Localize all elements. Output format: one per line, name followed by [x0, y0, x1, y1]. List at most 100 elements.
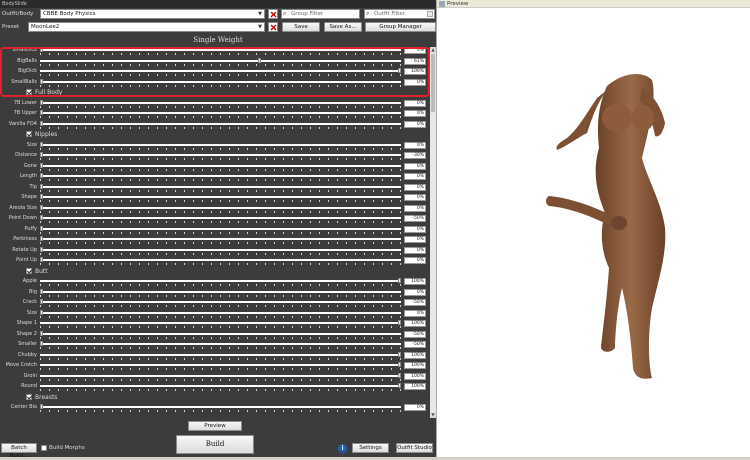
- scroll-thumb[interactable]: [431, 54, 435, 112]
- slider-track[interactable]: [40, 154, 401, 156]
- slider-value-field[interactable]: 0%: [404, 194, 426, 201]
- slider-value-field[interactable]: 0%: [404, 309, 426, 317]
- slider-thumb[interactable]: [40, 110, 43, 115]
- slider-value-field[interactable]: 0%: [404, 225, 426, 233]
- slider-value-field[interactable]: 0%: [404, 99, 426, 107]
- slider-value-field[interactable]: 100%: [404, 351, 426, 359]
- slider-track[interactable]: [40, 101, 401, 104]
- category-checkbox[interactable]: [26, 131, 32, 137]
- slider-track[interactable]: [40, 206, 401, 209]
- batch-build-button[interactable]: Batch Build...: [1, 443, 37, 459]
- outfit-filter-input[interactable]: ⌕ Outfit Filter: [364, 9, 435, 19]
- slider-value-field[interactable]: 100%: [404, 362, 426, 369]
- slider-track[interactable]: [40, 122, 401, 125]
- slider-thumb[interactable]: [40, 120, 43, 126]
- slider-track[interactable]: [40, 259, 401, 261]
- slider-thumb[interactable]: [40, 194, 43, 199]
- slider-value-field[interactable]: 0%: [404, 246, 426, 254]
- category-breasts[interactable]: Breasts: [26, 393, 57, 402]
- slider-value-field[interactable]: 0%: [404, 173, 426, 180]
- slider-thumb[interactable]: [398, 383, 401, 388]
- outfit-studio-button[interactable]: Outfit Studio: [396, 443, 433, 453]
- slider-value-field[interactable]: -50%: [404, 215, 426, 222]
- slider-track[interactable]: [40, 290, 401, 293]
- slider-thumb[interactable]: [40, 204, 43, 210]
- category-checkbox[interactable]: [26, 393, 32, 400]
- slider-track[interactable]: [40, 364, 401, 366]
- slider-track[interactable]: [40, 164, 401, 167]
- slider-thumb[interactable]: [40, 141, 43, 147]
- category-butt[interactable]: Butt: [26, 267, 48, 276]
- clear-preset-button[interactable]: [268, 22, 278, 32]
- save-button[interactable]: Save: [282, 22, 320, 32]
- slider-value-field[interactable]: 100%: [404, 278, 426, 285]
- preview-button[interactable]: Preview: [188, 421, 242, 431]
- slider-track[interactable]: [40, 322, 401, 324]
- slider-thumb[interactable]: [40, 309, 43, 315]
- slider-thumb[interactable]: [40, 215, 43, 220]
- outfit-select[interactable]: CBBE Body Physics ▼: [40, 9, 265, 19]
- build-morphs-checkbox[interactable]: [41, 445, 47, 451]
- slider-thumb[interactable]: [40, 99, 43, 105]
- slider-value-field[interactable]: 0%: [404, 183, 426, 191]
- slider-value-field[interactable]: -50%: [404, 341, 426, 348]
- slider-track[interactable]: [40, 227, 401, 230]
- slider-track[interactable]: [40, 332, 401, 335]
- slider-track[interactable]: [40, 175, 401, 177]
- slider-track[interactable]: [40, 311, 401, 314]
- slider-value-field[interactable]: 0%: [404, 257, 426, 264]
- group-filter-input[interactable]: ⌕ Group Filter: [281, 9, 360, 19]
- slider-track[interactable]: [40, 406, 401, 408]
- slider-thumb[interactable]: [40, 246, 43, 252]
- slider-value-field[interactable]: 100%: [404, 372, 426, 380]
- slider-value-field[interactable]: 100%: [404, 320, 426, 327]
- slider-track[interactable]: [40, 280, 401, 282]
- category-nipples[interactable]: Nipples: [26, 131, 57, 139]
- save-as-button[interactable]: Save As...: [324, 22, 362, 32]
- slider-value-field[interactable]: 0%: [404, 288, 426, 296]
- slider-thumb[interactable]: [40, 173, 43, 178]
- slider-track[interactable]: [40, 217, 401, 219]
- slider-thumb[interactable]: [40, 341, 43, 346]
- slider-value-field[interactable]: -30%: [404, 152, 426, 159]
- slider-track[interactable]: [40, 374, 401, 377]
- slider-track[interactable]: [40, 238, 401, 240]
- slider-track[interactable]: [40, 185, 401, 188]
- slider-value-field[interactable]: 0%: [404, 404, 426, 411]
- slider-value-field[interactable]: 0%: [404, 120, 426, 128]
- group-manager-button[interactable]: Group Manager: [365, 22, 436, 32]
- slider-thumb[interactable]: [40, 162, 43, 168]
- slider-thumb[interactable]: [40, 330, 43, 336]
- clear-filter-button[interactable]: [427, 11, 433, 17]
- slider-thumb[interactable]: [40, 257, 43, 262]
- slider-thumb[interactable]: [40, 404, 43, 409]
- slider-thumb[interactable]: [40, 236, 43, 241]
- slider-track[interactable]: [40, 343, 401, 345]
- category-checkbox[interactable]: [26, 267, 32, 274]
- preset-select[interactable]: MoonLee2 ▼: [28, 22, 265, 32]
- slider-value-field[interactable]: 0%: [404, 236, 426, 243]
- slider-track[interactable]: [40, 385, 401, 387]
- slider-track[interactable]: [40, 301, 401, 303]
- clear-outfit-button[interactable]: [268, 9, 278, 19]
- slider-value-field[interactable]: 0%: [404, 162, 426, 170]
- slider-track[interactable]: [40, 112, 401, 114]
- slider-thumb[interactable]: [398, 362, 401, 367]
- slider-thumb[interactable]: [398, 320, 401, 325]
- slider-thumb[interactable]: [40, 299, 43, 304]
- slider-value-field[interactable]: -50%: [404, 299, 426, 306]
- slider-value-field[interactable]: 0%: [404, 141, 426, 149]
- body-preview-render[interactable]: [437, 8, 750, 457]
- slider-value-field[interactable]: -50%: [404, 330, 426, 338]
- slider-thumb[interactable]: [40, 288, 43, 294]
- slider-track[interactable]: [40, 143, 401, 146]
- slider-track[interactable]: [40, 248, 401, 251]
- slider-value-field[interactable]: 0%: [404, 110, 426, 117]
- slider-thumb[interactable]: [398, 372, 401, 378]
- info-icon[interactable]: i: [338, 444, 347, 453]
- build-button[interactable]: Build: [176, 435, 254, 454]
- slider-thumb[interactable]: [398, 278, 401, 283]
- slider-thumb[interactable]: [398, 351, 401, 357]
- slider-thumb[interactable]: [40, 183, 43, 189]
- slider-value-field[interactable]: 0%: [404, 204, 426, 212]
